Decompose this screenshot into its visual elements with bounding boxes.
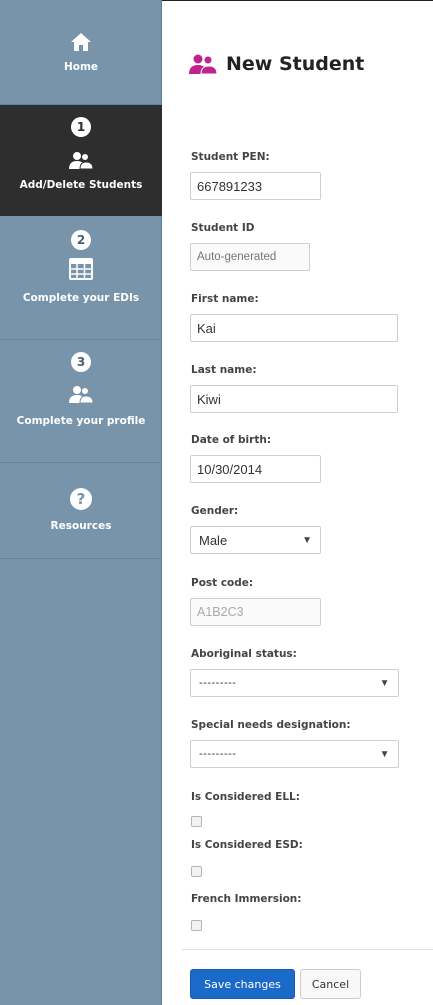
sidebar-item-label: Add/Delete Students <box>19 179 143 191</box>
dob-input[interactable] <box>190 455 321 483</box>
svg-text:?: ? <box>77 490 86 508</box>
users-icon <box>69 152 94 170</box>
last-name-input[interactable] <box>190 385 398 413</box>
esd-checkbox[interactable] <box>191 866 202 877</box>
ell-label: Is Considered ELL: <box>191 791 300 803</box>
gender-label: Gender: <box>191 505 239 517</box>
sidebar-item-home[interactable]: Home <box>0 0 162 105</box>
first-name-label: First name: <box>191 293 259 305</box>
post-code-input <box>190 598 321 626</box>
student-pen-label: Student PEN: <box>191 151 270 163</box>
dob-label: Date of birth: <box>191 434 272 446</box>
users-icon <box>189 54 218 75</box>
sidebar-item-complete-profile[interactable]: 3 Complete your profile <box>0 340 162 463</box>
french-immersion-label: French Immersion: <box>191 893 302 905</box>
page-title-text: New Student <box>226 53 365 75</box>
student-id-label: Student ID <box>191 222 255 234</box>
first-name-input[interactable] <box>190 314 398 342</box>
ell-checkbox[interactable] <box>191 816 202 827</box>
sidebar-item-resources[interactable]: ? Resources <box>0 463 162 559</box>
sidebar-item-add-delete-students[interactable]: 1 Add/Delete Students <box>0 105 162 216</box>
step-badge: 1 <box>71 117 91 137</box>
sidebar-item-label: Complete your EDIs <box>22 292 140 304</box>
esd-label: Is Considered ESD: <box>191 839 303 851</box>
chevron-down-icon: ▼ <box>379 748 390 760</box>
post-code-label: Post code: <box>191 577 254 589</box>
table-icon <box>69 258 93 280</box>
special-needs-label: Special needs designation: <box>191 719 351 731</box>
special-needs-selected-value: --------- <box>199 748 237 760</box>
sidebar-item-label: Complete your profile <box>16 415 146 427</box>
step-badge: 2 <box>71 230 91 250</box>
home-icon <box>71 33 91 51</box>
chevron-down-icon: ▼ <box>302 534 312 546</box>
page-title: New Student <box>188 53 364 75</box>
aboriginal-status-label: Aboriginal status: <box>191 648 297 660</box>
last-name-label: Last name: <box>191 364 257 376</box>
aboriginal-status-select[interactable]: --------- ▼ <box>190 669 399 697</box>
main-content: New Student Student PEN: Student ID Firs… <box>162 0 433 1005</box>
aboriginal-status-selected-value: --------- <box>199 677 237 689</box>
special-needs-select[interactable]: --------- ▼ <box>190 740 399 768</box>
sidebar-item-label: Resources <box>50 520 112 532</box>
gender-select[interactable]: Male ▼ <box>190 526 321 554</box>
cancel-button[interactable]: Cancel <box>300 969 361 999</box>
sidebar: Home 1 Add/Delete Students 2 Complete yo… <box>0 0 162 1005</box>
student-pen-input[interactable] <box>190 172 321 200</box>
step-badge: 3 <box>71 352 91 372</box>
sidebar-item-label: Home <box>63 61 99 73</box>
sidebar-item-complete-edis[interactable]: 2 Complete your EDIs <box>0 216 162 340</box>
save-button[interactable]: Save changes <box>190 969 295 999</box>
french-immersion-checkbox[interactable] <box>191 920 202 931</box>
student-id-input <box>190 243 310 271</box>
users-icon <box>69 386 94 404</box>
chevron-down-icon: ▼ <box>379 677 390 689</box>
gender-selected-value: Male <box>199 532 228 548</box>
question-icon: ? <box>70 488 92 510</box>
form-divider <box>182 949 433 950</box>
